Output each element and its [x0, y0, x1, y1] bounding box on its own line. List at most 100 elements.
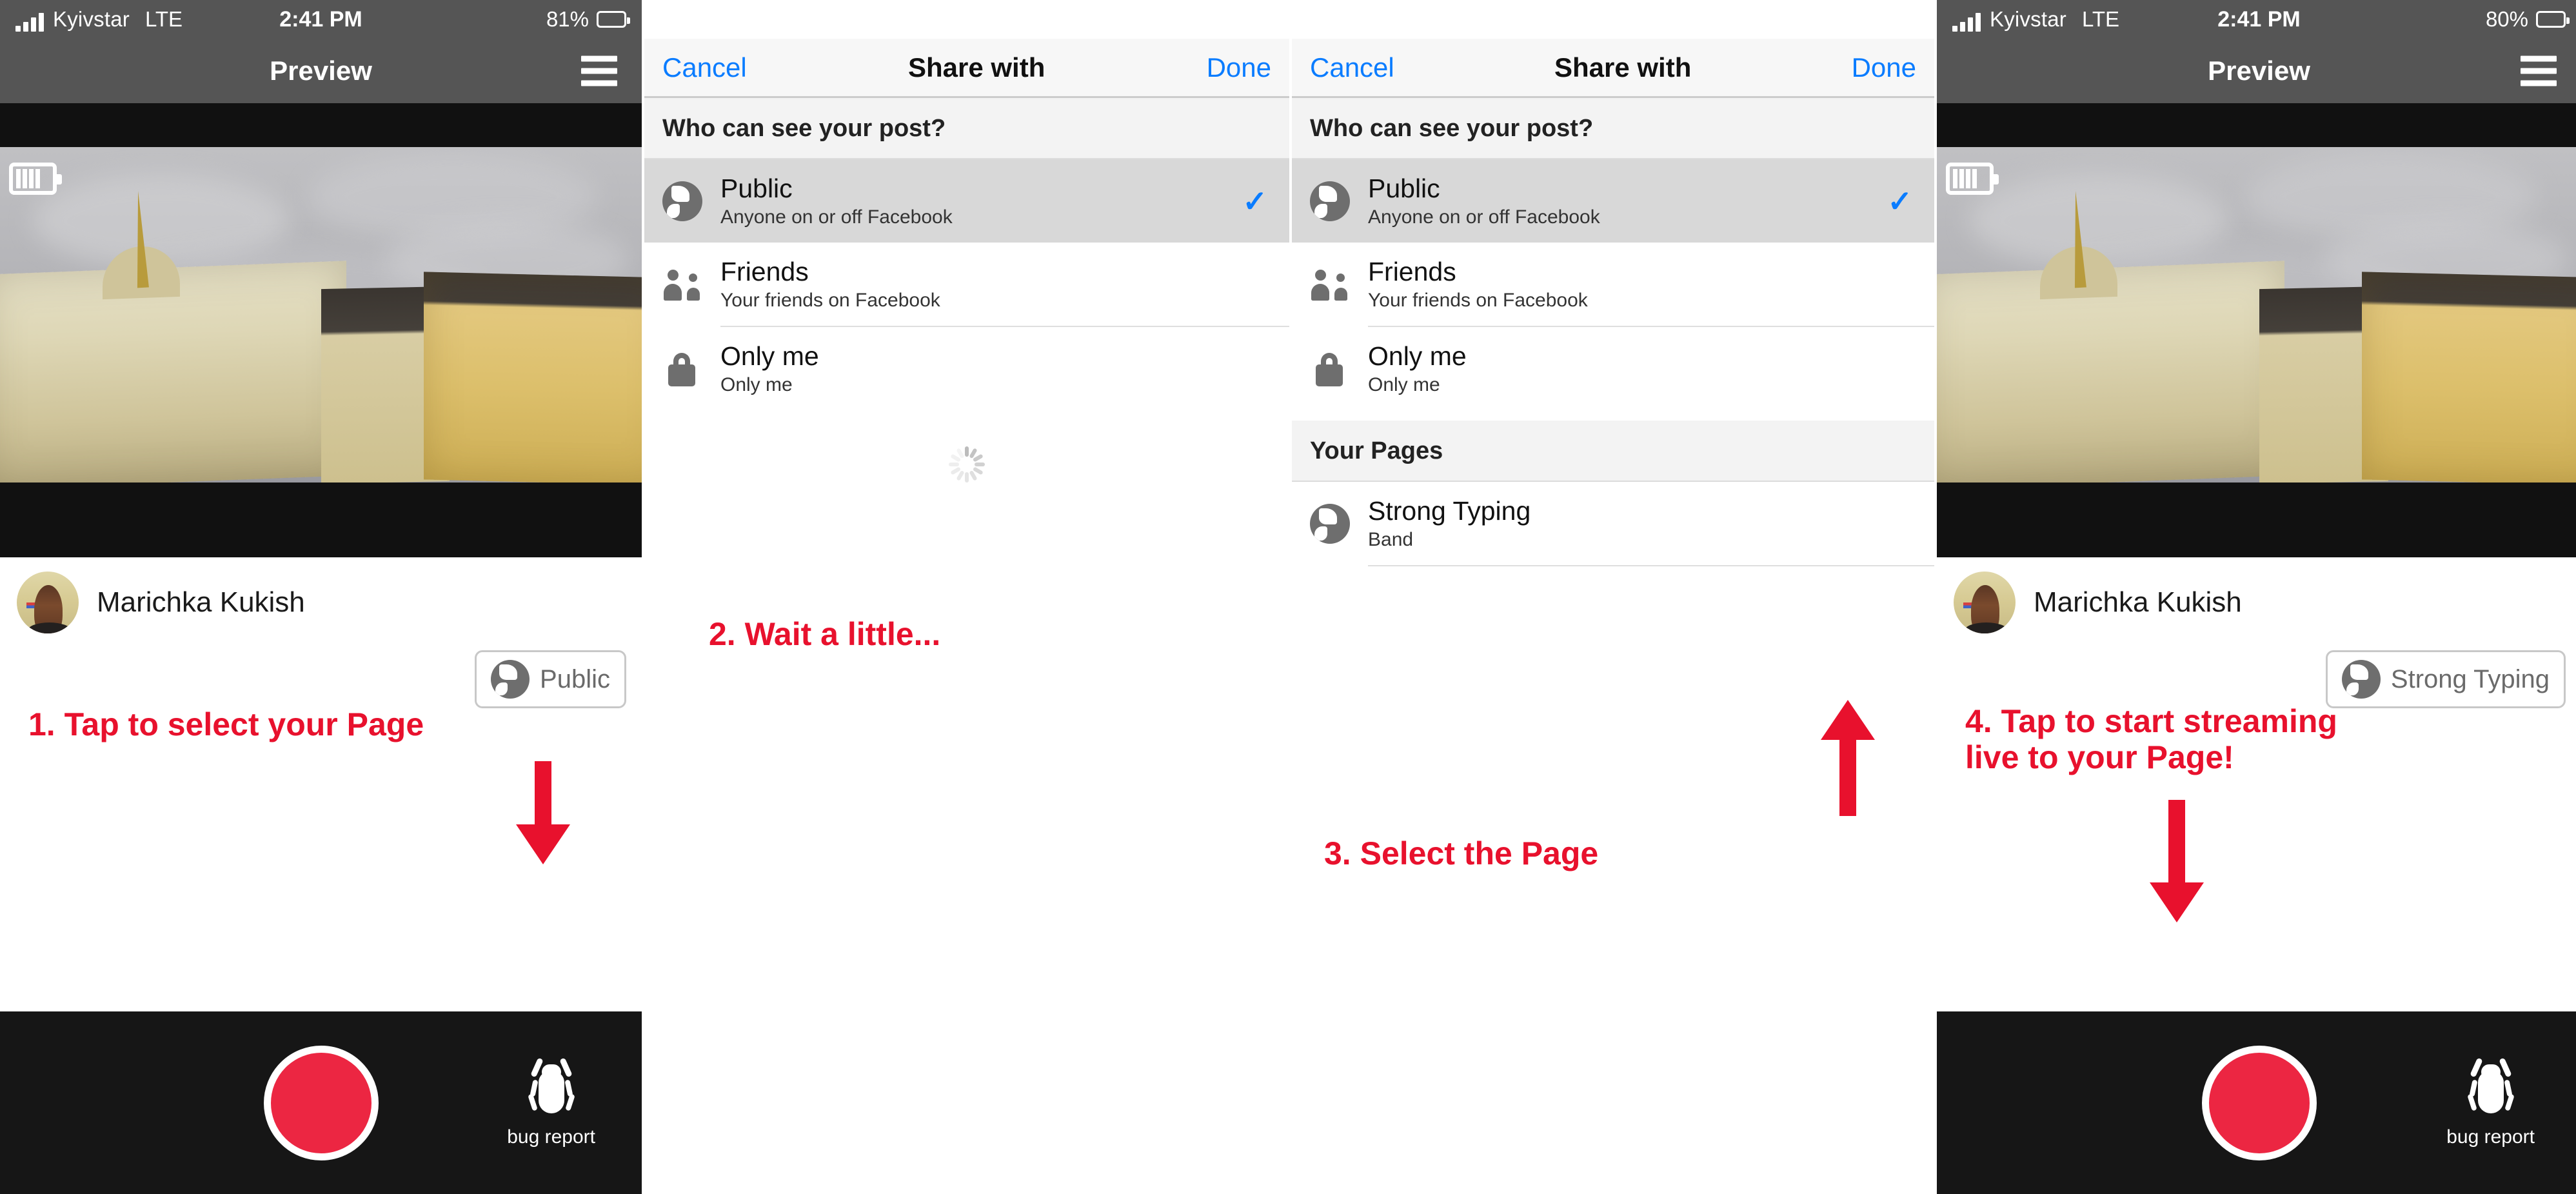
- annotation-arrow-3: [1821, 700, 1875, 816]
- people-icon: [1310, 264, 1350, 304]
- done-button[interactable]: Done: [1207, 52, 1271, 83]
- annotation-arrow-4: [2150, 800, 2204, 922]
- page-title: Preview: [2208, 55, 2310, 86]
- record-button[interactable]: [263, 1045, 379, 1160]
- done-button[interactable]: Done: [1852, 52, 1916, 83]
- globe-icon: [662, 181, 702, 221]
- record-bar: bug report: [0, 1011, 642, 1194]
- loading-area: [644, 410, 1289, 483]
- battery-icon: [597, 11, 630, 28]
- audience-section-header: Who can see your post?: [1292, 98, 1934, 159]
- cancel-button[interactable]: Cancel: [1310, 52, 1394, 83]
- hamburger-menu-icon[interactable]: [581, 55, 617, 86]
- panel-share-pages: Cancel Share with Done Who can see your …: [1292, 0, 1934, 1194]
- bug-icon: [524, 1057, 579, 1120]
- avatar-shoulder: [1965, 622, 2008, 633]
- lock-icon: [1310, 349, 1350, 389]
- option-title: Public: [720, 174, 793, 203]
- annotation-step-4: 4. Tap to start streaming live to your P…: [1965, 703, 2337, 775]
- bug-report-button[interactable]: bug report: [2446, 1057, 2535, 1148]
- battery-overlay-icon: [1946, 163, 1999, 195]
- author-name: Marichka Kukish: [2034, 586, 2242, 618]
- sheet-top-spacer: [1292, 0, 1934, 39]
- preview-photo: [1937, 147, 2576, 483]
- sheet-title: Share with: [907, 52, 1045, 83]
- battery-icon: [2536, 11, 2570, 28]
- option-subtitle: Anyone on or off Facebook: [720, 206, 953, 228]
- ios-status-bar: Kyivstar LTE 2:41 PM 81%: [0, 0, 642, 39]
- bug-report-label: bug report: [507, 1126, 595, 1148]
- avatar-shoulder: [28, 622, 72, 633]
- privacy-selector-button[interactable]: Strong Typing: [2325, 650, 2566, 708]
- hamburger-menu-icon[interactable]: [2521, 55, 2557, 86]
- panel-share-loading: Cancel Share with Done Who can see your …: [644, 0, 1289, 1194]
- sheet-nav-bar: Cancel Share with Done: [644, 39, 1289, 98]
- people-icon: [662, 264, 702, 304]
- bug-report-label: bug report: [2446, 1126, 2535, 1148]
- option-subtitle: Only me: [1368, 374, 1440, 395]
- annotation-arrow-1: [516, 761, 570, 864]
- option-title: Only me: [1368, 341, 1467, 371]
- author-name: Marichka Kukish: [97, 586, 305, 618]
- cancel-button[interactable]: Cancel: [662, 52, 747, 83]
- option-title: Only me: [720, 341, 819, 371]
- signal-bars-icon: [15, 12, 44, 32]
- privacy-chip-label: Public: [540, 664, 610, 693]
- sheet-top-spacer: [644, 0, 1289, 39]
- panel-preview-before: Kyivstar LTE 2:41 PM 81% Preview Marichk…: [0, 0, 642, 1194]
- privacy-chip-label: Strong Typing: [2390, 664, 2550, 693]
- camera-preview: [0, 103, 642, 557]
- checkmark-icon: ✓: [1887, 184, 1912, 218]
- battery-percent-label: 81%: [546, 7, 589, 31]
- globe-icon: [491, 660, 530, 699]
- preview-photo: [0, 147, 642, 483]
- audience-option-friends[interactable]: Friends Your friends on Facebook: [644, 243, 1289, 326]
- battery-percent-label: 80%: [2485, 7, 2528, 31]
- annotation-step-2: 2. Wait a little...: [709, 616, 941, 652]
- camera-preview: [1937, 103, 2576, 557]
- privacy-selector-button[interactable]: Public: [475, 650, 626, 708]
- globe-icon: [1310, 181, 1350, 221]
- record-bar: bug report: [1937, 1011, 2576, 1194]
- option-subtitle: Anyone on or off Facebook: [1368, 206, 1600, 228]
- audience-option-only-me[interactable]: Only me Only me: [1292, 327, 1934, 410]
- status-left: Kyivstar LTE: [1952, 7, 2119, 32]
- page-title: Strong Typing: [1368, 496, 1531, 526]
- building-right: [423, 271, 642, 483]
- status-right: 81%: [546, 7, 630, 32]
- record-button[interactable]: [2201, 1045, 2317, 1160]
- audience-option-public[interactable]: Public Anyone on or off Facebook ✓: [1292, 159, 1934, 243]
- lock-icon: [662, 349, 702, 389]
- network-type-label: LTE: [2081, 7, 2120, 31]
- avatar: [1954, 572, 2016, 633]
- sheet-title: Share with: [1554, 52, 1692, 83]
- annotation-step-1: 1. Tap to select your Page: [28, 706, 424, 742]
- option-title: Friends: [1368, 257, 1456, 286]
- carrier-label: Kyivstar: [53, 7, 130, 31]
- option-subtitle: Only me: [720, 374, 793, 395]
- pages-section-header: Your Pages: [1292, 421, 1934, 482]
- audience-section-header: Who can see your post?: [644, 98, 1289, 159]
- tutorial-screenshot-strip: Kyivstar LTE 2:41 PM 81% Preview Marichk…: [0, 0, 2576, 1194]
- app-nav-bar: Preview: [0, 39, 642, 103]
- page-option-strong-typing[interactable]: Strong Typing Band: [1292, 482, 1934, 565]
- option-title: Friends: [720, 257, 809, 286]
- carrier-label: Kyivstar: [1990, 7, 2066, 31]
- status-right: 80%: [2485, 7, 2570, 32]
- network-type-label: LTE: [144, 7, 183, 31]
- status-left: Kyivstar LTE: [15, 7, 183, 32]
- annotation-step-3: 3. Select the Page: [1324, 835, 1599, 871]
- signal-bars-icon: [1952, 12, 1981, 32]
- globe-icon: [2341, 660, 2381, 699]
- author-row: Marichka Kukish: [1937, 557, 2576, 639]
- audience-option-only-me[interactable]: Only me Only me: [644, 327, 1289, 410]
- bug-report-button[interactable]: bug report: [507, 1057, 595, 1148]
- page-subtitle: Band: [1368, 529, 1414, 550]
- avatar: [17, 572, 79, 633]
- audience-option-friends[interactable]: Friends Your friends on Facebook: [1292, 243, 1934, 326]
- audience-option-public[interactable]: Public Anyone on or off Facebook ✓: [644, 159, 1289, 243]
- globe-icon: [1310, 503, 1350, 544]
- sheet-nav-bar: Cancel Share with Done: [1292, 39, 1934, 98]
- ios-status-bar: Kyivstar LTE 2:41 PM 80%: [1937, 0, 2576, 39]
- option-subtitle: Your friends on Facebook: [720, 290, 940, 311]
